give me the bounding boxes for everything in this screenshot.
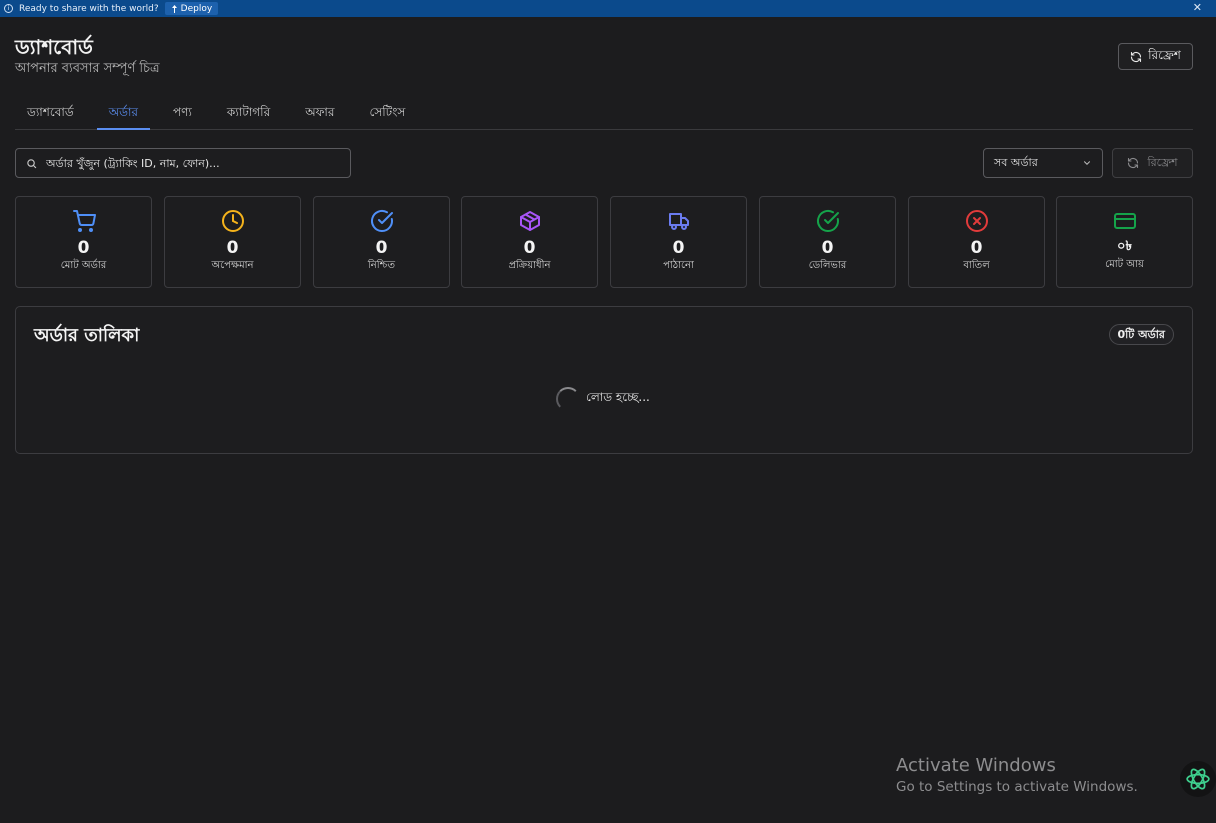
orders-toolbar: সব অর্ডার রিফ্রেশ — [15, 148, 1193, 178]
page-subtitle: আপনার ব্যবসার সম্পূর্ণ চিত্র — [15, 61, 160, 76]
x-circle-icon — [965, 209, 989, 233]
stat-card-confirmed: 0 নিশ্চিত — [313, 196, 450, 288]
tab-products[interactable]: পণ্য — [161, 101, 204, 130]
stats-row: 0 মোট অর্ডার 0 অপেক্ষমান 0 নিশ্চিত 0 প্র… — [15, 196, 1193, 288]
refresh-label: রিফ্রেশ — [1148, 47, 1181, 62]
orders-refresh-button[interactable]: রিফ্রেশ — [1112, 148, 1193, 178]
stat-label: মোট আয় — [1105, 259, 1144, 270]
stat-card-total-revenue: ০৳ মোট আয় — [1056, 196, 1193, 288]
info-icon: i — [4, 4, 13, 13]
main-container: ড্যাশবোর্ড আপনার ব্যবসার সম্পূর্ণ চিত্র … — [15, 17, 1193, 454]
deploy-banner: i Ready to share with the world? Deploy … — [0, 0, 1216, 17]
deploy-label: Deploy — [180, 3, 213, 14]
tab-settings[interactable]: সেটিংস — [357, 101, 417, 130]
stat-label: পাঠানো — [663, 260, 694, 271]
stat-value: 0 — [375, 238, 388, 258]
stat-label: মোট অর্ডার — [60, 260, 107, 271]
windows-activation-watermark: Activate Windows Go to Settings to activ… — [896, 755, 1138, 795]
stat-label: বাতিল — [963, 260, 990, 271]
orders-refresh-label: রিফ্রেশ — [1147, 155, 1178, 169]
stat-label: ডেলিভার — [808, 260, 847, 271]
search-input[interactable] — [46, 156, 336, 170]
tab-orders[interactable]: অর্ডার — [96, 101, 151, 130]
spinner-icon — [556, 387, 580, 411]
clock-icon — [221, 209, 245, 233]
close-icon[interactable]: ✕ — [1193, 1, 1202, 14]
stat-value: 0 — [672, 238, 685, 258]
assistant-logo-icon[interactable] — [1180, 761, 1216, 797]
search-icon — [16, 158, 46, 169]
refresh-button[interactable]: রিফ্রেশ — [1118, 43, 1193, 70]
stat-value: 0 — [226, 238, 239, 258]
tab-dashboard[interactable]: ড্যাশবোর্ড — [15, 101, 86, 130]
stat-value: 0 — [970, 238, 983, 258]
stat-label: অপেক্ষমান — [211, 260, 254, 271]
cart-icon — [72, 209, 96, 233]
stat-label: নিশ্চিত — [367, 260, 396, 271]
banner-message: Ready to share with the world? — [19, 3, 159, 14]
truck-icon — [667, 209, 691, 233]
watermark-line2: Go to Settings to activate Windows. — [896, 779, 1138, 795]
stat-card-delivered: 0 ডেলিভার — [759, 196, 896, 288]
stat-value: 0 — [821, 238, 834, 258]
stat-card-pending: 0 অপেক্ষমান — [164, 196, 301, 288]
package-icon — [518, 209, 542, 233]
credit-card-icon — [1113, 209, 1137, 233]
order-count-badge: 0টি অর্ডার — [1108, 324, 1174, 345]
tab-categories[interactable]: ক্যাটাগরি — [215, 101, 282, 130]
tab-offers[interactable]: অফার — [293, 101, 346, 130]
stat-card-processing: 0 প্রক্রিয়াধীন — [461, 196, 598, 288]
orders-title: অর্ডার তালিকা — [34, 325, 140, 346]
stat-value: 0 — [523, 238, 536, 258]
tab-bar: ড্যাশবোর্ড অর্ডার পণ্য ক্যাটাগরি অফার সে… — [15, 101, 1193, 130]
stat-value: ০৳ — [1117, 239, 1132, 254]
watermark-line1: Activate Windows — [896, 755, 1056, 776]
refresh-icon — [1131, 51, 1142, 62]
status-filter-select[interactable]: সব অর্ডার — [983, 148, 1103, 178]
stat-card-cancelled: 0 বাতিল — [908, 196, 1045, 288]
orders-panel: অর্ডার তালিকা 0টি অর্ডার লোড হচ্ছে... — [15, 306, 1193, 454]
pin-icon — [171, 4, 177, 13]
stat-card-shipped: 0 পাঠানো — [610, 196, 747, 288]
refresh-icon — [1128, 157, 1139, 169]
deploy-button[interactable]: Deploy — [164, 2, 219, 15]
check-circle-green-icon — [816, 209, 840, 233]
stat-card-total-orders: 0 মোট অর্ডার — [15, 196, 152, 288]
page-header: ড্যাশবোর্ড আপনার ব্যবসার সম্পূর্ণ চিত্র … — [15, 17, 1193, 101]
loading-text: লোড হচ্ছে... — [586, 390, 650, 404]
search-box — [15, 148, 351, 178]
check-circle-icon — [370, 209, 394, 233]
filter-value: সব অর্ডার — [994, 155, 1038, 169]
stat-label: প্রক্রিয়াধীন — [508, 260, 551, 271]
loading-indicator: লোড হচ্ছে... — [556, 387, 650, 411]
chevron-down-icon — [1083, 161, 1091, 165]
stat-value: 0 — [77, 238, 90, 258]
